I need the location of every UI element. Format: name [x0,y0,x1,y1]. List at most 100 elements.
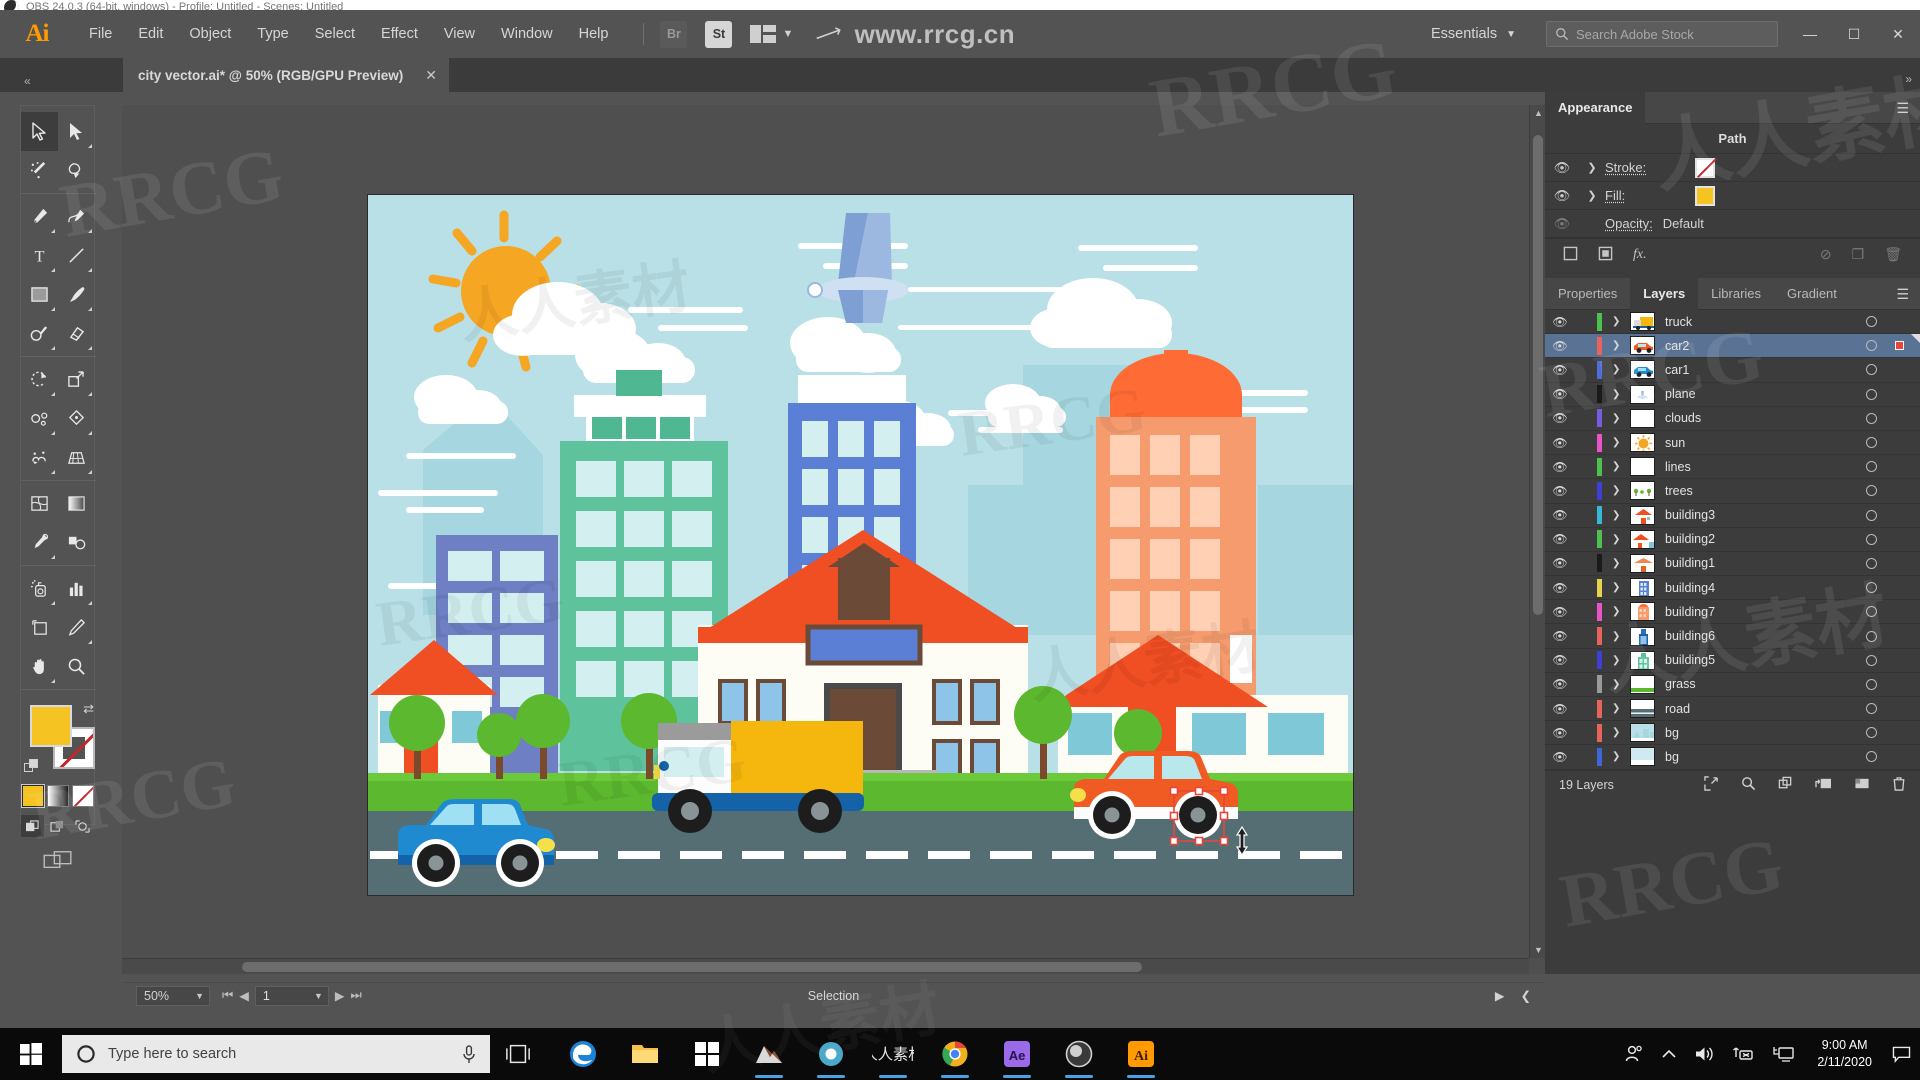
zoom-tool[interactable] [58,647,95,686]
arrange-chevron-down-icon[interactable]: ▼ [782,28,793,40]
curvature-tool[interactable] [58,197,95,236]
layer-target-circle-icon[interactable] [1866,678,1877,690]
artboard-chevron-down-icon[interactable]: ▼ [314,991,323,1001]
layer-target-circle-icon[interactable] [1866,630,1877,642]
layer-visibility-eye-icon[interactable]: 👁 [1545,363,1575,377]
layer-visibility-eye-icon[interactable]: 👁 [1545,556,1575,570]
taskbar-app-illustrator[interactable]: Ai [1110,1028,1172,1080]
first-artboard-icon[interactable]: ⏮ [222,988,233,1003]
layer-expand-chevron-icon[interactable]: ❯ [1612,606,1630,617]
layer-row-clouds[interactable]: 👁 ❯ clouds [1545,407,1920,431]
taskbar-app-chromelike[interactable] [800,1028,862,1080]
color-mode-button[interactable] [20,784,45,808]
layer-target-circle-icon[interactable] [1866,485,1877,497]
layer-visibility-eye-icon[interactable]: 👁 [1545,653,1575,667]
network-icon[interactable] [1723,1045,1763,1063]
layer-row-building4[interactable]: 👁 ❯ building4 [1545,576,1920,601]
zoom-chevron-down-icon[interactable]: ▼ [195,991,204,1001]
layer-expand-chevron-icon[interactable]: ❯ [1612,485,1630,496]
eraser-tool[interactable] [58,314,95,353]
layer-target-circle-icon[interactable] [1866,461,1877,473]
layer-expand-chevron-icon[interactable]: ❯ [1612,413,1630,424]
layer-expand-chevron-icon[interactable]: ❯ [1612,727,1630,738]
layer-target-circle-icon[interactable] [1866,533,1877,545]
taskbar-app-teal[interactable] [738,1028,800,1080]
minimize-button[interactable]: — [1788,10,1832,58]
change-screen-mode-icon[interactable] [43,849,73,871]
symbol-sprayer-tool[interactable] [21,569,58,608]
draw-behind-button[interactable] [46,815,69,837]
delete-item-icon[interactable]: 🗑 [1884,246,1902,263]
rectangle-tool[interactable] [21,275,58,314]
layer-expand-chevron-icon[interactable]: ❯ [1612,751,1630,762]
tab-libraries[interactable]: Libraries [1698,278,1774,310]
microphone-icon[interactable] [462,1044,476,1064]
layer-target-circle-icon[interactable] [1866,557,1877,569]
layer-target-circle-icon[interactable] [1866,412,1877,424]
workspace-switcher[interactable]: Essentials ▼ [1423,26,1524,42]
layer-expand-chevron-icon[interactable]: ❯ [1612,655,1630,666]
start-button[interactable] [0,1028,62,1080]
default-fill-stroke-icon[interactable] [24,759,40,773]
opacity-value[interactable]: Default [1663,216,1704,231]
layer-visibility-eye-icon[interactable]: 👁 [1545,339,1575,353]
tab-appearance[interactable]: Appearance [1545,91,1646,124]
stock-chip-icon[interactable]: St [705,20,733,48]
rotate-tool[interactable] [21,360,58,399]
status-play-icon[interactable]: ▶ [1495,988,1505,1003]
bridge-chip-icon[interactable]: Br [660,20,688,48]
layer-expand-chevron-icon[interactable]: ❯ [1612,582,1630,593]
layer-expand-chevron-icon[interactable]: ❯ [1612,558,1630,569]
layer-row-trees[interactable]: 👁 ❯ trees [1545,479,1920,504]
layer-visibility-eye-icon[interactable]: 👁 [1545,605,1575,619]
fill-color-swatch[interactable] [1695,185,1715,206]
free-transform-tool[interactable] [58,399,95,438]
taskbar-app-after-effects[interactable]: Ae [986,1028,1048,1080]
toolbar-collapse-icon[interactable]: « [24,74,31,88]
scroll-up-arrow-icon[interactable]: ▲ [1534,108,1543,118]
layer-visibility-eye-icon[interactable]: 👁 [1545,436,1575,450]
taskbar-app-obs[interactable] [1048,1028,1110,1080]
layer-expand-chevron-icon[interactable]: ❯ [1612,461,1630,472]
last-artboard-icon[interactable]: ⏭ [351,988,362,1003]
artboard-tool[interactable] [21,608,58,647]
layer-target-circle-icon[interactable] [1866,654,1877,666]
direct-selection-tool[interactable] [58,112,95,151]
layer-target-circle-icon[interactable] [1866,606,1877,618]
stroke-row[interactable]: 👁 ❯ Stroke: [1545,154,1920,182]
layer-visibility-eye-icon[interactable]: 👁 [1545,532,1575,546]
menu-file[interactable]: File [76,20,125,48]
draw-normal-button[interactable] [21,815,44,837]
width-tool[interactable] [21,399,58,438]
magic-wand-tool[interactable] [21,151,58,190]
layer-row-grass[interactable]: 👁 ❯ grass [1545,673,1920,697]
layer-target-circle-icon[interactable] [1866,703,1877,715]
layer-visibility-eye-icon[interactable]: 👁 [1545,629,1575,643]
prev-artboard-icon[interactable]: ◀ [239,988,249,1003]
layer-visibility-eye-icon[interactable]: 👁 [1545,484,1575,498]
menu-view[interactable]: View [431,20,488,48]
layer-row-truck[interactable]: 👁 ❯ truck [1545,310,1920,335]
taskbar-clock[interactable]: 9:00 AM 2/11/2020 [1803,1037,1886,1071]
layer-expand-chevron-icon[interactable]: ❯ [1612,364,1630,375]
fill-visibility-eye-icon[interactable]: 👁 [1545,188,1579,204]
layer-target-circle-icon[interactable] [1866,437,1877,449]
scroll-down-arrow-icon[interactable]: ▼ [1534,945,1543,955]
layer-expand-chevron-icon[interactable]: ❯ [1612,679,1630,690]
panel-collapse-icon[interactable]: » [1905,72,1912,86]
layer-target-circle-icon[interactable] [1866,316,1877,328]
menu-window[interactable]: Window [488,20,566,48]
column-graph-tool[interactable] [58,569,95,608]
tab-layers[interactable]: Layers [1630,277,1699,310]
scale-tool[interactable] [58,360,95,399]
shaper-tool[interactable] [21,314,58,353]
tab-gradient[interactable]: Gradient [1774,278,1850,310]
layer-visibility-eye-icon[interactable]: 👁 [1545,677,1575,691]
layer-row-building2[interactable]: 👁 ❯ building2 [1545,528,1920,552]
action-center-icon[interactable] [1886,1046,1916,1063]
layer-expand-chevron-icon[interactable]: ❯ [1612,389,1630,400]
layer-row-bg-2[interactable]: 👁 ❯ bg [1545,745,1920,770]
create-new-layer-icon[interactable] [1854,776,1870,794]
layer-visibility-eye-icon[interactable]: 👁 [1545,460,1575,474]
layer-row-plane[interactable]: 👁 ❯ plane [1545,383,1920,407]
